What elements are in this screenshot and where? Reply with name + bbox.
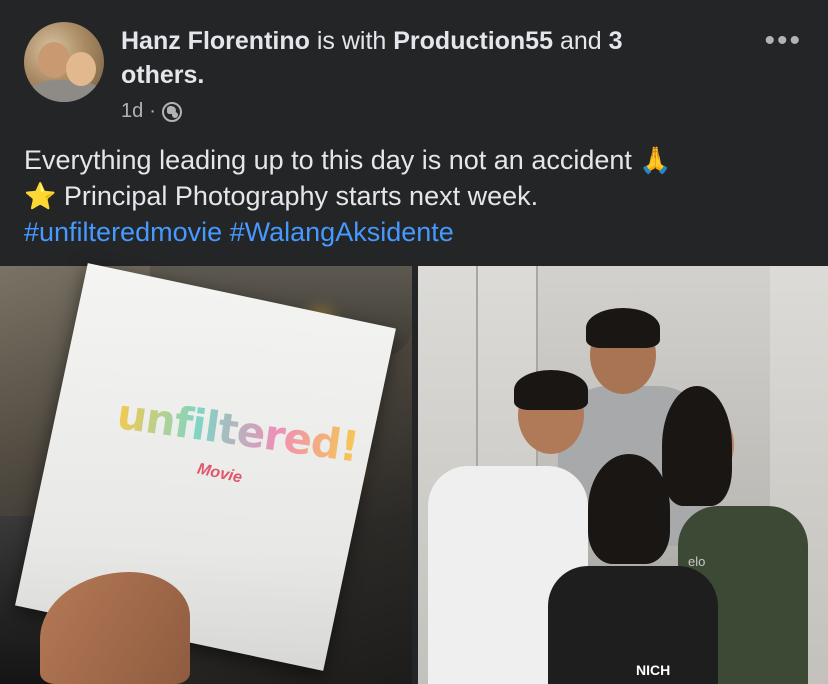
star-emoji: ⭐ [24, 181, 57, 211]
person-hair [514, 370, 588, 410]
post-header: Hanz Florentino is with Production55 and… [0, 0, 828, 140]
person-hair [588, 454, 670, 564]
post-meta: 1d · [121, 100, 182, 123]
tagged-page-name[interactable]: Production55 [393, 27, 553, 55]
person-black-top [548, 566, 718, 684]
globe-icon [161, 101, 182, 122]
person-hair [662, 386, 732, 506]
with-text: is with [309, 27, 394, 55]
author-name[interactable]: Hanz Florentino [121, 27, 310, 55]
hashtag-walangaksidente[interactable]: #WalangAksidente [230, 217, 454, 247]
praying-hands-emoji: 🙏 [639, 145, 672, 175]
avatar-face-left [38, 42, 70, 78]
more-options-button[interactable]: ••• [764, 26, 802, 56]
post-caption: Everything leading up to this day is not… [24, 142, 814, 250]
movie-logo-text: unfiltered! [114, 389, 362, 472]
photo-cast-group[interactable]: elo NICH [418, 266, 828, 684]
meta-separator: · [149, 100, 156, 122]
others-count[interactable]: 3 [609, 27, 623, 55]
movie-logo-subtitle: Movie [195, 460, 244, 487]
person-hair [586, 308, 660, 348]
post-author-line: Hanz Florentino is with Production55 and… [121, 24, 741, 92]
shirt-text: elo [688, 554, 706, 569]
avatar-face-right [66, 52, 96, 86]
avatar-shirt-shape [30, 80, 100, 102]
others-label[interactable]: others. [121, 61, 204, 89]
hashtag-unfilteredmovie[interactable]: #unfilteredmovie [24, 217, 222, 247]
caption-line-1: Everything leading up to this day is not… [24, 145, 632, 175]
post-timestamp[interactable]: 1d [121, 100, 143, 123]
shirt-text-2: NICH [636, 662, 671, 678]
and-text: and [553, 27, 609, 55]
caption-line-2: Principal Photography starts next week. [56, 181, 539, 211]
author-avatar[interactable] [24, 22, 104, 102]
